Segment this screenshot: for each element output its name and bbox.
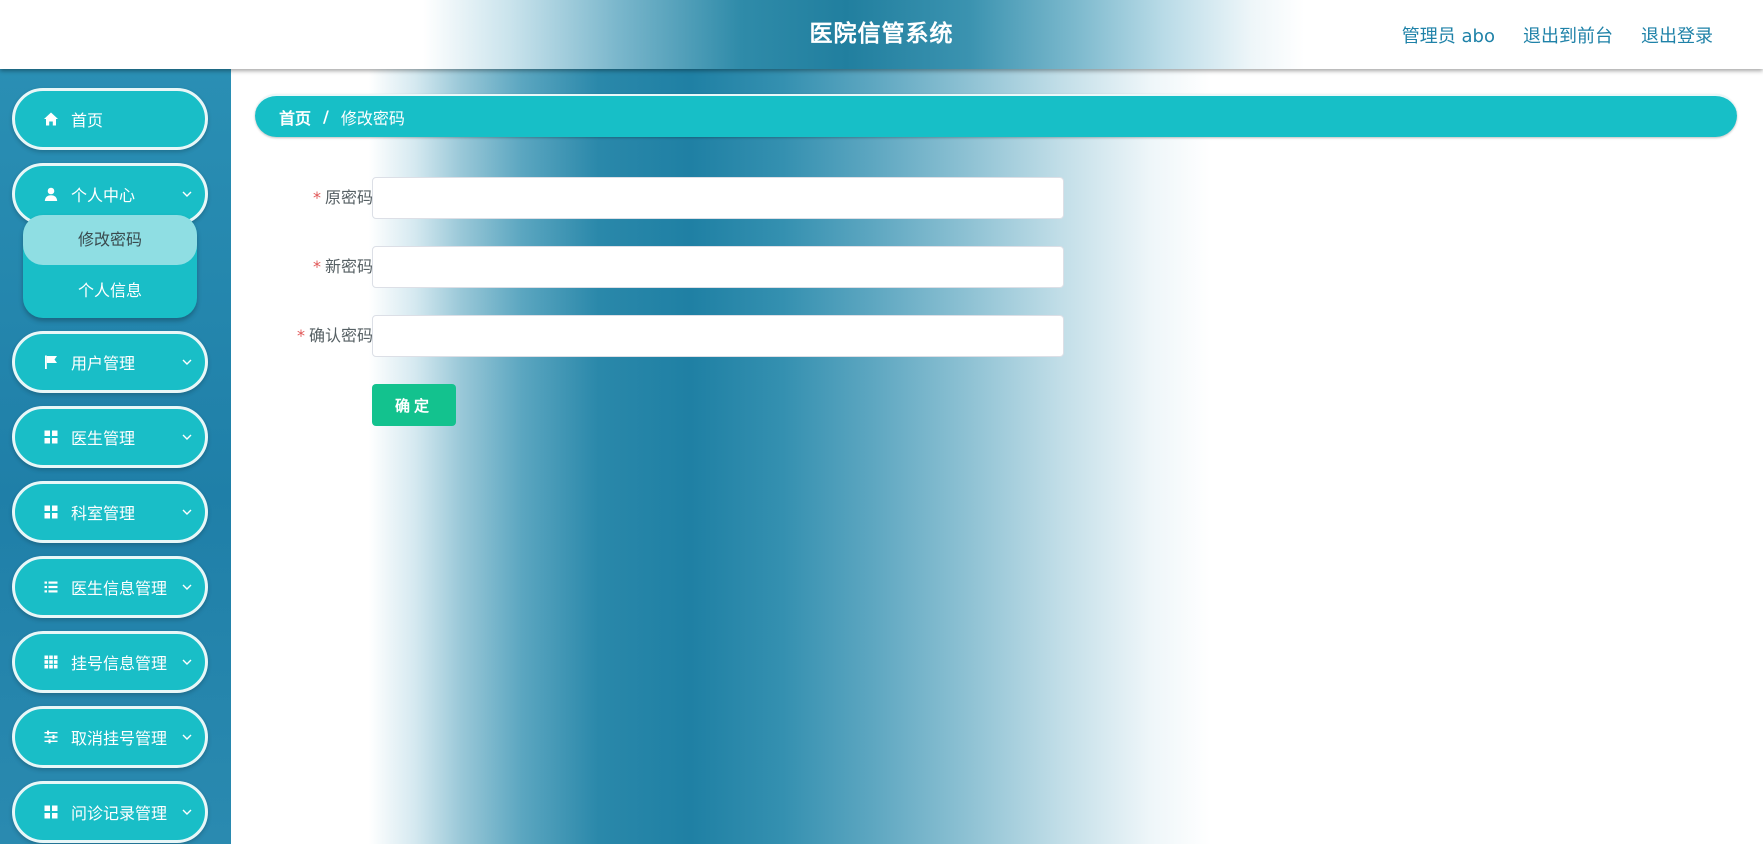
sidebar-item-doctor-info-management[interactable]: 医生信息管理 [12,556,208,618]
sidebar-item-registration-info-management[interactable]: 挂号信息管理 [12,631,208,693]
sidebar-item-label: 首页 [71,111,104,130]
sidebar-item-label: 用户管理 [71,354,136,373]
sidebar-item-cancel-registration-management[interactable]: 取消挂号管理 [12,706,208,768]
grid-nine-icon [43,654,59,670]
confirm-password-label: * 确认密码 [297,315,373,357]
grid-icon [43,504,59,520]
grid-icon [43,429,59,445]
sidebar-item-consultation-record-management[interactable]: 问诊记录管理 [12,781,208,843]
submenu-item-change-password[interactable]: 修改密码 [23,215,197,265]
personal-center-submenu: 修改密码 个人信息 [23,215,197,318]
exit-to-frontend-link[interactable]: 退出到前台 [1523,22,1613,48]
breadcrumb: 首页 / 修改密码 [255,94,1737,137]
new-password-input[interactable] [372,246,1064,288]
sidebar: 首页 个人中心 用户管理 医生管理 科室管理 医生信息管理 挂号信息管理 取消挂… [0,69,231,844]
form-row-confirm-password: * 确认密码 [231,315,1131,357]
chevron-down-icon [181,506,193,518]
breadcrumb-separator: / [323,107,329,126]
top-header: 医院信管系统 管理员 abo 退出到前台 退出登录 [0,0,1763,69]
confirm-button[interactable]: 确定 [372,384,456,426]
field-label-text: 原密码 [324,188,373,207]
field-label-text: 新密码 [324,257,373,276]
home-icon [43,111,59,127]
sidebar-item-label: 问诊记录管理 [71,804,168,823]
required-mark: * [312,257,321,276]
chevron-down-icon [181,656,193,668]
list-icon [43,579,59,595]
form-row-old-password: * 原密码 [231,177,1131,219]
chevron-down-icon [181,731,193,743]
field-label-text: 确认密码 [308,326,373,345]
chevron-down-icon [181,188,193,200]
new-password-label: * 新密码 [313,246,373,288]
sidebar-item-user-management[interactable]: 用户管理 [12,331,208,393]
flag-icon [43,354,59,370]
sidebar-item-label: 个人中心 [71,186,136,205]
header-links: 管理员 abo 退出到前台 退出登录 [1402,0,1713,69]
sidebar-item-label: 医生信息管理 [71,579,168,598]
breadcrumb-current: 修改密码 [340,108,405,128]
old-password-label: * 原密码 [313,177,373,219]
main-content: 首页 / 修改密码 * 原密码 * 新密码 * 确认密码 确定 [231,69,1763,844]
admin-user-link[interactable]: 管理员 abo [1402,22,1495,48]
sidebar-item-doctor-management[interactable]: 医生管理 [12,406,208,468]
submenu-item-personal-info[interactable]: 个人信息 [23,266,197,316]
form-row-new-password: * 新密码 [231,246,1131,288]
sidebar-item-department-management[interactable]: 科室管理 [12,481,208,543]
sidebar-item-label: 挂号信息管理 [71,654,168,673]
breadcrumb-home[interactable]: 首页 [279,105,311,129]
chevron-down-icon [181,431,193,443]
confirm-password-input[interactable] [372,315,1064,357]
sidebar-item-label: 取消挂号管理 [71,729,168,748]
chevron-down-icon [181,806,193,818]
sliders-icon [43,729,59,745]
chevron-down-icon [181,581,193,593]
sidebar-item-label: 科室管理 [71,504,136,523]
old-password-input[interactable] [372,177,1064,219]
sidebar-item-label: 医生管理 [71,429,136,448]
grid-icon [43,804,59,820]
chevron-down-icon [181,356,193,368]
sidebar-item-home[interactable]: 首页 [12,88,208,150]
user-icon [43,186,59,202]
required-mark: * [296,326,305,345]
required-mark: * [312,188,321,207]
logout-link[interactable]: 退出登录 [1641,22,1713,48]
